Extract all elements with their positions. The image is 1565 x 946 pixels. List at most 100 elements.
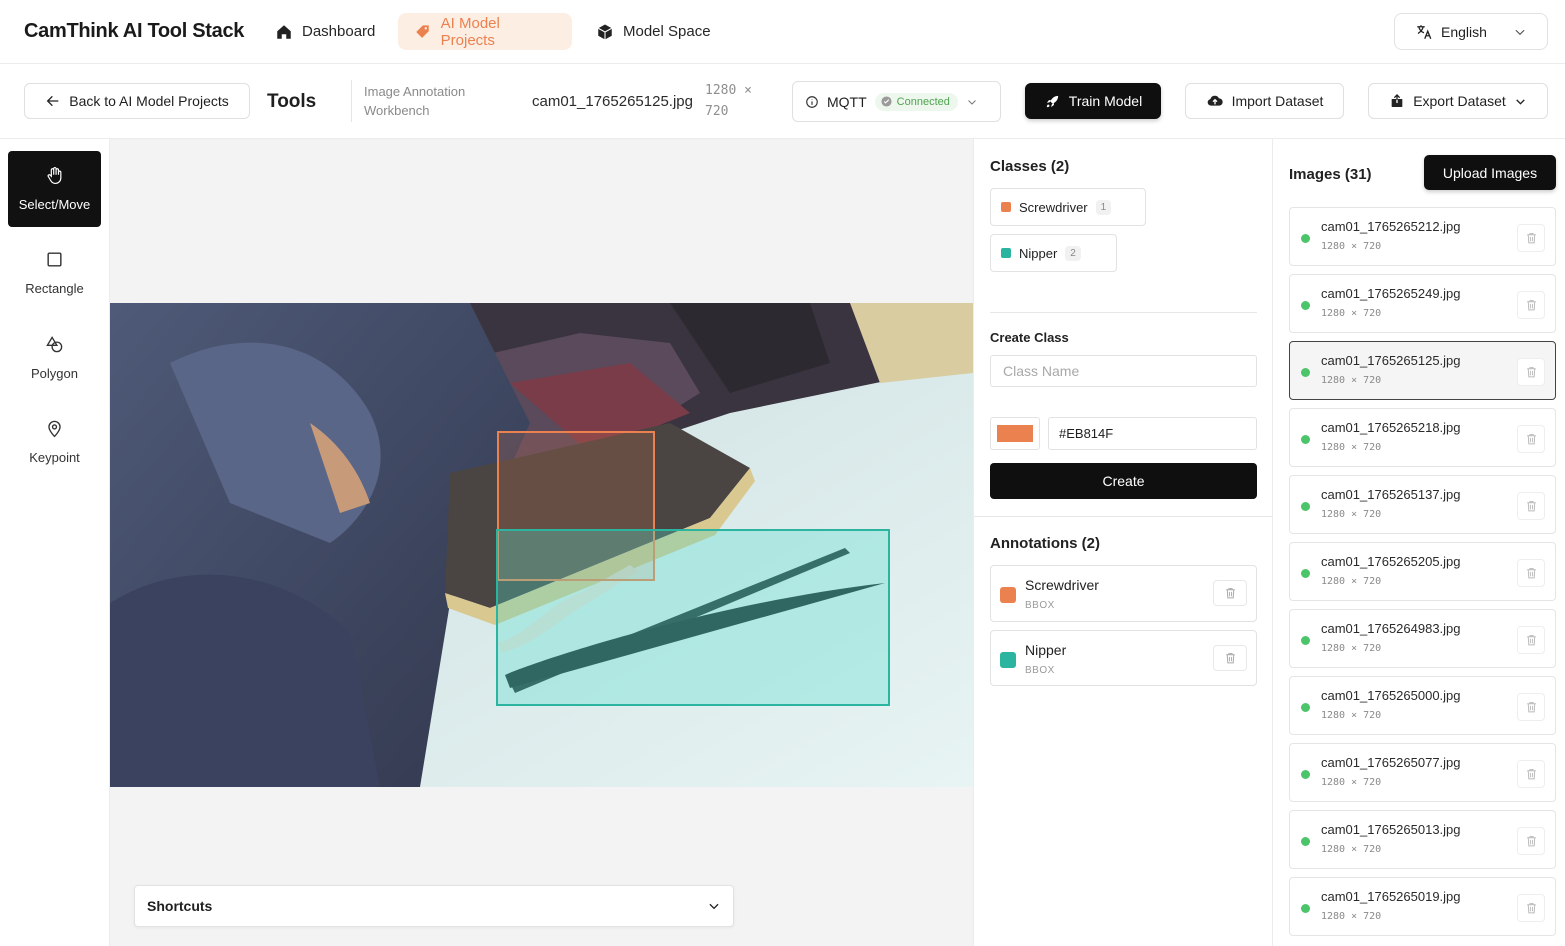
tool-label: Rectangle: [25, 281, 84, 296]
image-dimensions: 1280 × 720: [1321, 710, 1382, 721]
export-dataset-button[interactable]: Export Dataset: [1368, 83, 1548, 119]
class-name-input[interactable]: Class Name: [990, 355, 1257, 387]
trash-icon: [1225, 653, 1235, 664]
delete-image-button[interactable]: [1517, 626, 1545, 654]
image-filename: cam01_1765265125.jpg: [1321, 353, 1461, 368]
status-dot: [1301, 435, 1310, 444]
trash-icon: [1526, 233, 1536, 244]
delete-annotation-button[interactable]: [1213, 645, 1247, 671]
delete-image-button[interactable]: [1517, 827, 1545, 855]
image-dimensions: 1280 × 720: [1321, 509, 1382, 520]
divider: [351, 80, 352, 122]
trash-icon: [1526, 836, 1536, 847]
delete-image-button[interactable]: [1517, 425, 1545, 453]
image-list-item[interactable]: cam01_1765265077.jpg 1280 × 720: [1289, 743, 1556, 802]
trash-icon: [1526, 568, 1536, 579]
class-chip-nipper[interactable]: Nipper 2: [990, 234, 1117, 272]
map-pin-icon: [48, 420, 61, 438]
trash-icon: [1526, 434, 1536, 445]
class-name: Nipper: [1019, 245, 1058, 261]
cloud-upload-icon: [1207, 95, 1223, 106]
trash-icon: [1526, 702, 1536, 713]
delete-image-button[interactable]: [1517, 224, 1545, 252]
current-filename: cam01_1765265125.jpg: [532, 93, 693, 110]
image-dimensions: 1280 × 720: [1321, 911, 1382, 922]
trash-icon: [1526, 367, 1536, 378]
delete-annotation-button[interactable]: [1213, 580, 1247, 606]
create-class-title: Create Class: [990, 330, 1069, 345]
language-select[interactable]: English: [1394, 13, 1548, 50]
image-list-item[interactable]: cam01_1765265249.jpg 1280 × 720: [1289, 274, 1556, 333]
annotation-item[interactable]: Screwdriver BBOX: [990, 565, 1257, 622]
status-dot: [1301, 569, 1310, 578]
annotation-color-swatch: [1000, 587, 1016, 603]
annotation-canvas[interactable]: Shortcuts: [110, 139, 973, 946]
trash-icon: [1526, 903, 1536, 914]
delete-image-button[interactable]: [1517, 894, 1545, 922]
nav-model-space[interactable]: Model Space: [580, 13, 727, 50]
train-model-button[interactable]: Train Model: [1025, 83, 1161, 119]
status-dot: [1301, 502, 1310, 511]
chevron-down-icon: [1515, 29, 1525, 35]
bbox-nipper[interactable]: [496, 529, 890, 706]
image-filename: cam01_1765265205.jpg: [1321, 554, 1461, 569]
image-list-item[interactable]: cam01_1765265013.jpg 1280 × 720: [1289, 810, 1556, 869]
image-list-item[interactable]: cam01_1765265137.jpg 1280 × 720: [1289, 475, 1556, 534]
delete-image-button[interactable]: [1517, 358, 1545, 386]
language-label: English: [1441, 23, 1487, 40]
annotation-color-swatch: [1000, 652, 1016, 668]
status-dot: [1301, 904, 1310, 913]
delete-image-button[interactable]: [1517, 492, 1545, 520]
create-class-button[interactable]: Create: [990, 463, 1257, 499]
import-dataset-button[interactable]: Import Dataset: [1185, 83, 1344, 119]
divider: [990, 312, 1257, 313]
image-list-item[interactable]: cam01_1765265205.jpg 1280 × 720: [1289, 542, 1556, 601]
current-dimensions: 1280 × 720: [705, 83, 752, 119]
status-dot: [1301, 234, 1310, 243]
color-picker[interactable]: [990, 417, 1040, 450]
delete-image-button[interactable]: [1517, 760, 1545, 788]
import-dataset-label: Import Dataset: [1231, 93, 1324, 109]
image-dimensions: 1280 × 720: [1321, 643, 1382, 654]
delete-image-button[interactable]: [1517, 291, 1545, 319]
image-filename: cam01_1765264983.jpg: [1321, 621, 1461, 636]
hand-icon: [47, 167, 62, 185]
image-dimensions: 1280 × 720: [1321, 844, 1382, 855]
classes-title: Classes (2): [990, 158, 1070, 175]
image-list-item[interactable]: cam01_1765265212.jpg 1280 × 720: [1289, 207, 1556, 266]
delete-image-button[interactable]: [1517, 559, 1545, 587]
back-button-label: Back to AI Model Projects: [69, 93, 229, 109]
image-filename: cam01_1765265077.jpg: [1321, 755, 1461, 770]
image-dimensions: 1280 × 720: [1321, 308, 1382, 319]
shortcuts-panel[interactable]: Shortcuts: [134, 885, 734, 927]
status-dot: [1301, 770, 1310, 779]
arrow-left-icon: [46, 95, 59, 107]
annotation-name: Nipper: [1025, 642, 1067, 658]
mqtt-status-dropdown[interactable]: MQTT Connected: [792, 81, 1001, 122]
cube-icon: [597, 24, 613, 39]
image-list-item[interactable]: cam01_1765265019.jpg 1280 × 720: [1289, 877, 1556, 936]
nav-ai-model-projects[interactable]: AI Model Projects: [398, 13, 572, 50]
tool-select-move[interactable]: Select/Move: [8, 151, 101, 227]
image-filename: cam01_1765265249.jpg: [1321, 286, 1461, 301]
image-filename: cam01_1765265013.jpg: [1321, 822, 1461, 837]
tool-rectangle[interactable]: Rectangle: [8, 235, 101, 311]
upload-images-button[interactable]: Upload Images: [1424, 155, 1556, 190]
tool-keypoint[interactable]: Keypoint: [8, 404, 101, 480]
color-hex-input[interactable]: #EB814F: [1048, 417, 1257, 450]
image-list-item[interactable]: cam01_1765265218.jpg 1280 × 720: [1289, 408, 1556, 467]
annotation-item[interactable]: Nipper BBOX: [990, 630, 1257, 686]
workbench-toolbar: Back to AI Model Projects Tools Image An…: [0, 64, 1565, 139]
image-filename: cam01_1765265137.jpg: [1321, 487, 1461, 502]
image-list-item[interactable]: cam01_1765265000.jpg 1280 × 720: [1289, 676, 1556, 735]
image-list-item[interactable]: cam01_1765265125.jpg 1280 × 720: [1289, 341, 1556, 400]
delete-image-button[interactable]: [1517, 693, 1545, 721]
image-list-item[interactable]: cam01_1765264983.jpg 1280 × 720: [1289, 609, 1556, 668]
check-circle-icon: [881, 96, 892, 107]
class-chip-screwdriver[interactable]: Screwdriver 1: [990, 188, 1146, 226]
nav-dashboard[interactable]: Dashboard: [259, 13, 391, 50]
tool-polygon[interactable]: Polygon: [8, 320, 101, 396]
image-dimensions: 1280 × 720: [1321, 241, 1382, 252]
nav-model-space-label: Model Space: [623, 23, 711, 40]
back-button[interactable]: Back to AI Model Projects: [24, 83, 250, 119]
